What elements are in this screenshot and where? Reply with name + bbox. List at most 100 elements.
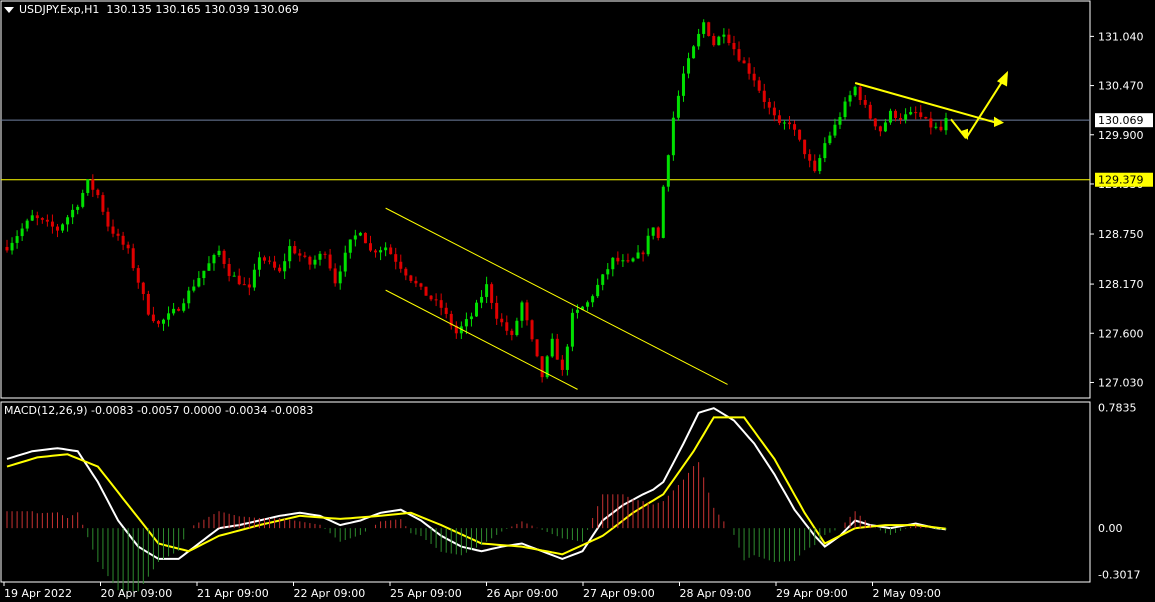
candle-body <box>702 22 706 34</box>
candle-body <box>883 122 887 132</box>
time-tick-label: 29 Apr 09:00 <box>776 587 848 600</box>
candle-body <box>560 359 564 370</box>
candle-body <box>793 124 797 130</box>
candle-body <box>767 101 771 108</box>
current-price-tag: 130.069 <box>1098 114 1144 127</box>
candle-body <box>565 346 569 370</box>
candle-body <box>96 189 100 196</box>
time-tick-label: 26 Apr 09:00 <box>487 587 559 600</box>
candle-body <box>348 239 352 253</box>
candle-body <box>50 221 54 227</box>
candle-body <box>772 107 776 116</box>
candle-body <box>10 242 14 251</box>
candle-body <box>717 36 721 46</box>
candle-body <box>676 95 680 118</box>
candle-body <box>636 252 640 259</box>
candle-body <box>555 338 559 360</box>
symbol-label: USDJPY.Exp,H1 <box>19 3 100 16</box>
candle-body <box>71 209 75 218</box>
candle-body <box>697 33 701 47</box>
candle-body <box>732 42 736 50</box>
candle-body <box>162 319 165 324</box>
candle-body <box>172 308 176 314</box>
candle-body <box>469 316 473 320</box>
candle-body <box>66 217 70 225</box>
candle-body <box>45 219 49 222</box>
time-tick-label: 20 Apr 09:00 <box>101 587 173 600</box>
candle-body <box>631 258 635 262</box>
candle-body <box>308 256 312 265</box>
candle-body <box>25 220 29 229</box>
candle-body <box>111 226 115 234</box>
candle-body <box>894 110 898 118</box>
candle-body <box>606 269 610 275</box>
candle-body <box>853 86 857 96</box>
candle-body <box>232 275 236 277</box>
candle-body <box>222 250 226 264</box>
price-header[interactable]: USDJPY.Exp,H1 130.135 130.165 130.039 13… <box>4 3 299 16</box>
ohlc-values: 130.135 130.165 130.039 130.069 <box>106 3 299 16</box>
time-tick-label: 28 Apr 09:00 <box>680 587 752 600</box>
price-tick-label: 128.750 <box>1098 228 1144 241</box>
candle-body <box>737 49 741 61</box>
candle-body <box>126 244 130 249</box>
candle-body <box>823 143 827 159</box>
candle-body <box>505 322 509 331</box>
candle-body <box>81 192 85 207</box>
candle-body <box>257 257 261 270</box>
candle-body <box>530 320 534 340</box>
candle-body <box>666 155 670 187</box>
candle-body <box>409 275 413 281</box>
candle-body <box>500 318 504 323</box>
candle-body <box>374 250 378 253</box>
candle-body <box>899 117 903 120</box>
candle-body <box>35 215 39 219</box>
macd-frame <box>0 401 1091 583</box>
candle-body <box>106 211 110 227</box>
price-tick-label: 128.170 <box>1098 278 1144 291</box>
candle-body <box>419 283 423 287</box>
time-tick-label: 21 Apr 09:00 <box>197 587 269 600</box>
candle-body <box>141 282 145 294</box>
candle-body <box>909 112 913 115</box>
macd-label: MACD(12,26,9) <box>4 404 88 417</box>
candle-body <box>283 261 287 272</box>
candle-body <box>5 246 9 251</box>
candle-body <box>485 284 489 297</box>
candle-body <box>136 268 140 283</box>
candle-body <box>863 100 867 105</box>
candle-body <box>934 126 938 128</box>
candle-body <box>444 307 448 314</box>
candle-body <box>742 60 746 64</box>
candle-body <box>202 270 206 279</box>
candle-body <box>798 129 802 140</box>
candle-body <box>323 253 327 255</box>
scenario-up-arrow <box>965 78 1005 139</box>
candle-body <box>151 314 155 322</box>
candle-body <box>550 338 554 357</box>
candle-body <box>91 179 95 190</box>
candle-body <box>601 274 605 285</box>
candle-body <box>101 195 105 212</box>
candle-body <box>20 228 24 237</box>
candle-body <box>873 118 877 127</box>
candle-body <box>182 303 186 311</box>
candle-body <box>939 126 943 131</box>
dropdown-triangle-icon[interactable] <box>4 7 14 13</box>
candle-body <box>343 252 347 272</box>
candle-body <box>217 250 221 255</box>
price-tick-label: 127.030 <box>1098 376 1144 389</box>
candle-body <box>116 233 120 236</box>
candle-body <box>146 293 150 315</box>
chart-canvas: 131.040130.470129.900129.330128.750128.1… <box>0 0 1153 600</box>
candle-body <box>475 302 478 317</box>
candle-body <box>262 257 266 261</box>
candle-body <box>495 302 499 319</box>
candle-body <box>313 259 317 265</box>
candle-body <box>404 268 408 276</box>
candle-body <box>510 330 514 336</box>
arrow-up-head <box>997 70 1008 87</box>
candle-body <box>384 247 388 251</box>
macd-header: MACD(12,26,9) -0.0083 -0.0057 0.0000 -0.… <box>4 404 313 417</box>
candle-body <box>353 235 357 240</box>
